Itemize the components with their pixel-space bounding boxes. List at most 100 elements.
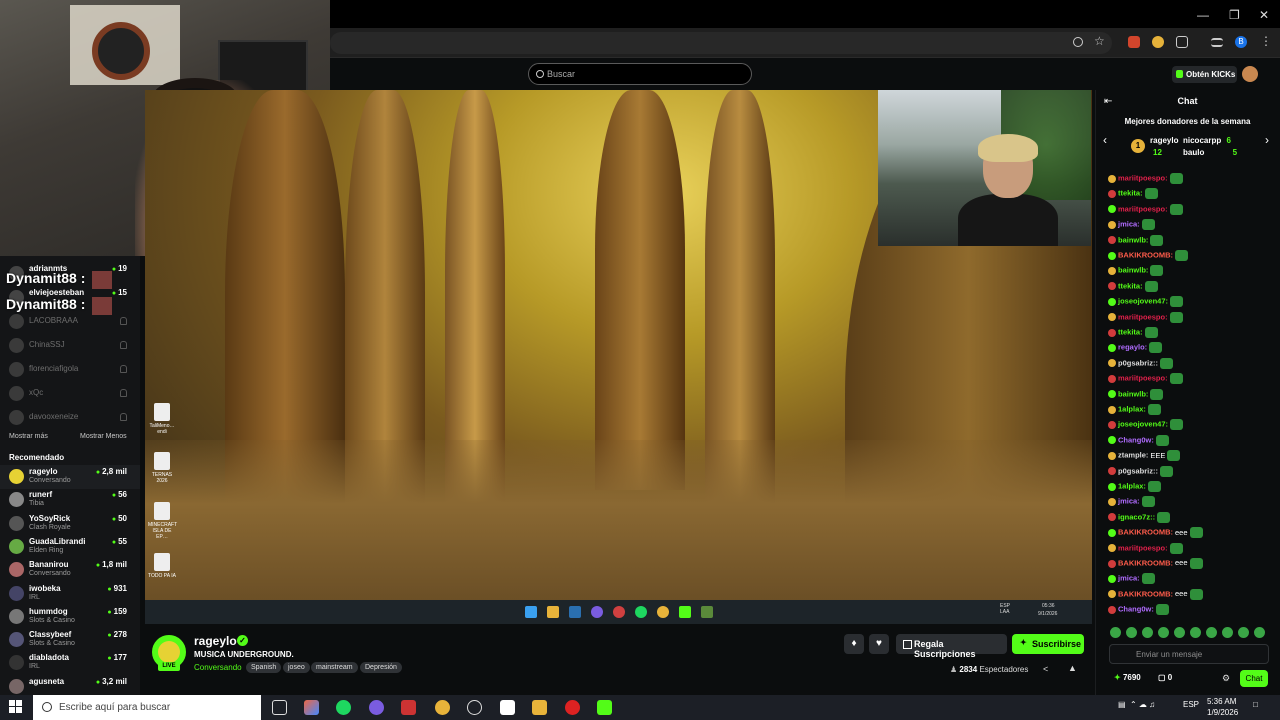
chat-message[interactable]: p0gsabriz:: xyxy=(1108,357,1174,373)
prev-arrow-icon[interactable]: ‹ xyxy=(1103,133,1107,147)
notifications-icon[interactable]: □ xyxy=(1253,700,1258,709)
profile-avatar[interactable]: B xyxy=(1235,36,1247,48)
bell-icon[interactable] xyxy=(120,389,127,397)
sidebar-channel[interactable]: xQc xyxy=(0,382,140,406)
tag-chip[interactable]: mainstream xyxy=(311,662,358,673)
chat-message[interactable]: jmica: xyxy=(1108,573,1155,588)
tray-date[interactable]: 1/9/2026 xyxy=(1207,708,1238,717)
windows-start-icon[interactable] xyxy=(9,700,23,714)
chat-username[interactable]: BAKIKROOMB: xyxy=(1118,558,1173,567)
chat-username[interactable]: 1alplax: xyxy=(1118,404,1146,413)
desktop-shortcut[interactable]: TaliMeno… endi xyxy=(148,403,176,435)
recommended-channel[interactable]: iwobekaIRL 931 xyxy=(0,582,140,606)
sidebar-channel[interactable]: LACOBRAAA xyxy=(0,310,140,334)
search-input[interactable]: Buscar xyxy=(528,63,752,85)
chat-message[interactable]: bainwlb: xyxy=(1108,265,1164,280)
recommended-channel[interactable]: rageyloConversando 2,8 mil xyxy=(0,465,140,489)
notification-bell-button[interactable]: ♦ xyxy=(844,634,864,654)
spotify-icon[interactable] xyxy=(336,700,351,715)
chat-username[interactable]: Chang0w: xyxy=(1118,605,1154,614)
desktop-shortcut[interactable]: MINECRAFT ISLA DE EP… xyxy=(148,502,177,540)
chat-username[interactable]: p0gsabriz:: xyxy=(1118,466,1158,475)
zoom-icon[interactable] xyxy=(1073,37,1083,47)
chat-message[interactable]: mariitpoespo: xyxy=(1108,542,1183,558)
report-icon[interactable]: ▲ xyxy=(1068,663,1077,673)
media-control-icon[interactable] xyxy=(1211,38,1223,47)
chat-message[interactable]: mariitpoespo: xyxy=(1108,311,1183,327)
chat-message[interactable]: BAKIKROOMB: eee xyxy=(1108,527,1203,542)
tray-time[interactable]: 5:36 AM xyxy=(1207,697,1236,706)
task-view-icon[interactable] xyxy=(272,700,287,715)
chat-message[interactable]: BAKIKROOMB: eee xyxy=(1108,558,1203,573)
recommended-channel[interactable]: ClassybeefSlots & Casino 278 xyxy=(0,628,140,652)
chat-username[interactable]: regaylo: xyxy=(1118,343,1147,352)
chat-message[interactable]: bainwlb: xyxy=(1108,388,1164,404)
chat-message[interactable]: mariitpoespo: xyxy=(1108,203,1183,219)
browser-menu-icon[interactable]: ⋮ xyxy=(1260,34,1272,48)
chat-username[interactable]: BAKIKROOMB: xyxy=(1118,528,1173,537)
show-less-link[interactable]: Mostrar Menos xyxy=(80,433,127,440)
subscribe-button[interactable]: Suscribirse xyxy=(1012,634,1084,654)
bell-icon[interactable] xyxy=(120,365,127,373)
streamer-name[interactable]: rageylo xyxy=(194,634,237,648)
chat-username[interactable]: ttekita: xyxy=(1118,327,1143,336)
chrome-icon[interactable] xyxy=(435,700,450,715)
extensions-puzzle-icon[interactable] xyxy=(1176,36,1188,48)
chat-username[interactable]: Chang0w: xyxy=(1118,435,1154,444)
tray-language[interactable]: ESP xyxy=(1183,700,1199,709)
discord-icon[interactable] xyxy=(369,700,384,715)
follow-heart-button[interactable]: ♥ xyxy=(869,634,889,654)
chat-username[interactable]: mariitpoespo: xyxy=(1118,543,1168,552)
chat-username[interactable]: ttekita: xyxy=(1118,281,1143,290)
chat-username[interactable]: p0gsabriz:: xyxy=(1118,358,1158,367)
extension-icon-2[interactable] xyxy=(1152,36,1164,48)
chat-message[interactable]: BAKIKROOMB: eee xyxy=(1108,588,1203,604)
chat-username[interactable]: ztample: xyxy=(1118,451,1148,460)
recommended-channel[interactable]: runerfTibia 56 xyxy=(0,488,140,512)
chat-username[interactable]: BAKIKROOMB: xyxy=(1118,250,1173,259)
chat-message[interactable]: ttekita: xyxy=(1108,188,1158,203)
chat-message[interactable]: regaylo: xyxy=(1108,342,1163,357)
recommended-channel[interactable]: diabladotaIRL 177 xyxy=(0,651,140,675)
chat-username[interactable]: bainwlb: xyxy=(1118,266,1148,275)
chat-message[interactable]: Chang0w: xyxy=(1108,434,1169,450)
recommended-channel[interactable]: GuadaLibrandiElden Ring 55 xyxy=(0,535,140,559)
recommended-channel[interactable]: BananirouConversando 1,8 mil xyxy=(0,558,140,582)
address-bar[interactable] xyxy=(330,32,1112,54)
share-icon[interactable]: < xyxy=(1043,664,1048,674)
chat-username[interactable]: joseojoven47: xyxy=(1118,297,1168,306)
bell-icon[interactable] xyxy=(120,317,127,325)
next-arrow-icon[interactable]: › xyxy=(1265,133,1269,147)
chat-username[interactable]: jmica: xyxy=(1118,574,1140,583)
chat-message[interactable]: jmica: xyxy=(1108,219,1155,234)
chat-username[interactable]: mariitpoespo: xyxy=(1118,204,1168,213)
desktop-shortcut[interactable]: TODO PA IA xyxy=(148,553,176,579)
emote-bar[interactable] xyxy=(1110,627,1270,639)
send-chat-button[interactable]: Chat xyxy=(1240,670,1268,687)
chat-message[interactable]: joseojoven47: xyxy=(1108,419,1184,434)
opera-icon[interactable] xyxy=(565,700,580,715)
chat-message[interactable]: mariitpoespo: xyxy=(1108,173,1183,188)
bell-icon[interactable] xyxy=(120,413,127,421)
chat-username[interactable]: ignaco7z:: xyxy=(1118,512,1155,521)
restore-icon[interactable]: ❐ xyxy=(1229,8,1240,22)
chat-username[interactable]: bainwlb: xyxy=(1118,389,1148,398)
chat-username[interactable]: bainwlb: xyxy=(1118,235,1148,244)
tag-chip[interactable]: Depresión xyxy=(360,662,402,673)
tray-icons[interactable]: ▤ ⌃ ☁ ♫ xyxy=(1118,700,1155,709)
chat-settings-icon[interactable]: ⚙ xyxy=(1222,673,1230,684)
close-icon[interactable]: ✕ xyxy=(1259,8,1269,22)
tag-chip[interactable]: joseo xyxy=(283,662,310,673)
get-kicks-button[interactable]: Obtén KICKs xyxy=(1172,66,1237,83)
recommended-channel[interactable]: hummdogSlots & Casino 159 xyxy=(0,605,140,629)
sidebar-channel[interactable]: florenciafigola xyxy=(0,358,140,382)
stream-category[interactable]: Conversando xyxy=(194,663,242,672)
chat-message[interactable]: Chang0w: xyxy=(1108,604,1169,619)
copilot-icon[interactable] xyxy=(304,700,319,715)
sidebar-channel[interactable]: ChinaSSJ xyxy=(0,334,140,358)
chat-message[interactable]: ttekita: xyxy=(1108,327,1158,342)
kick-icon[interactable] xyxy=(597,700,612,715)
minimize-icon[interactable]: — xyxy=(1197,8,1209,22)
tag-chip[interactable]: Spanish xyxy=(246,662,282,673)
desktop-shortcut[interactable]: TERNAS 2026 xyxy=(148,452,176,484)
